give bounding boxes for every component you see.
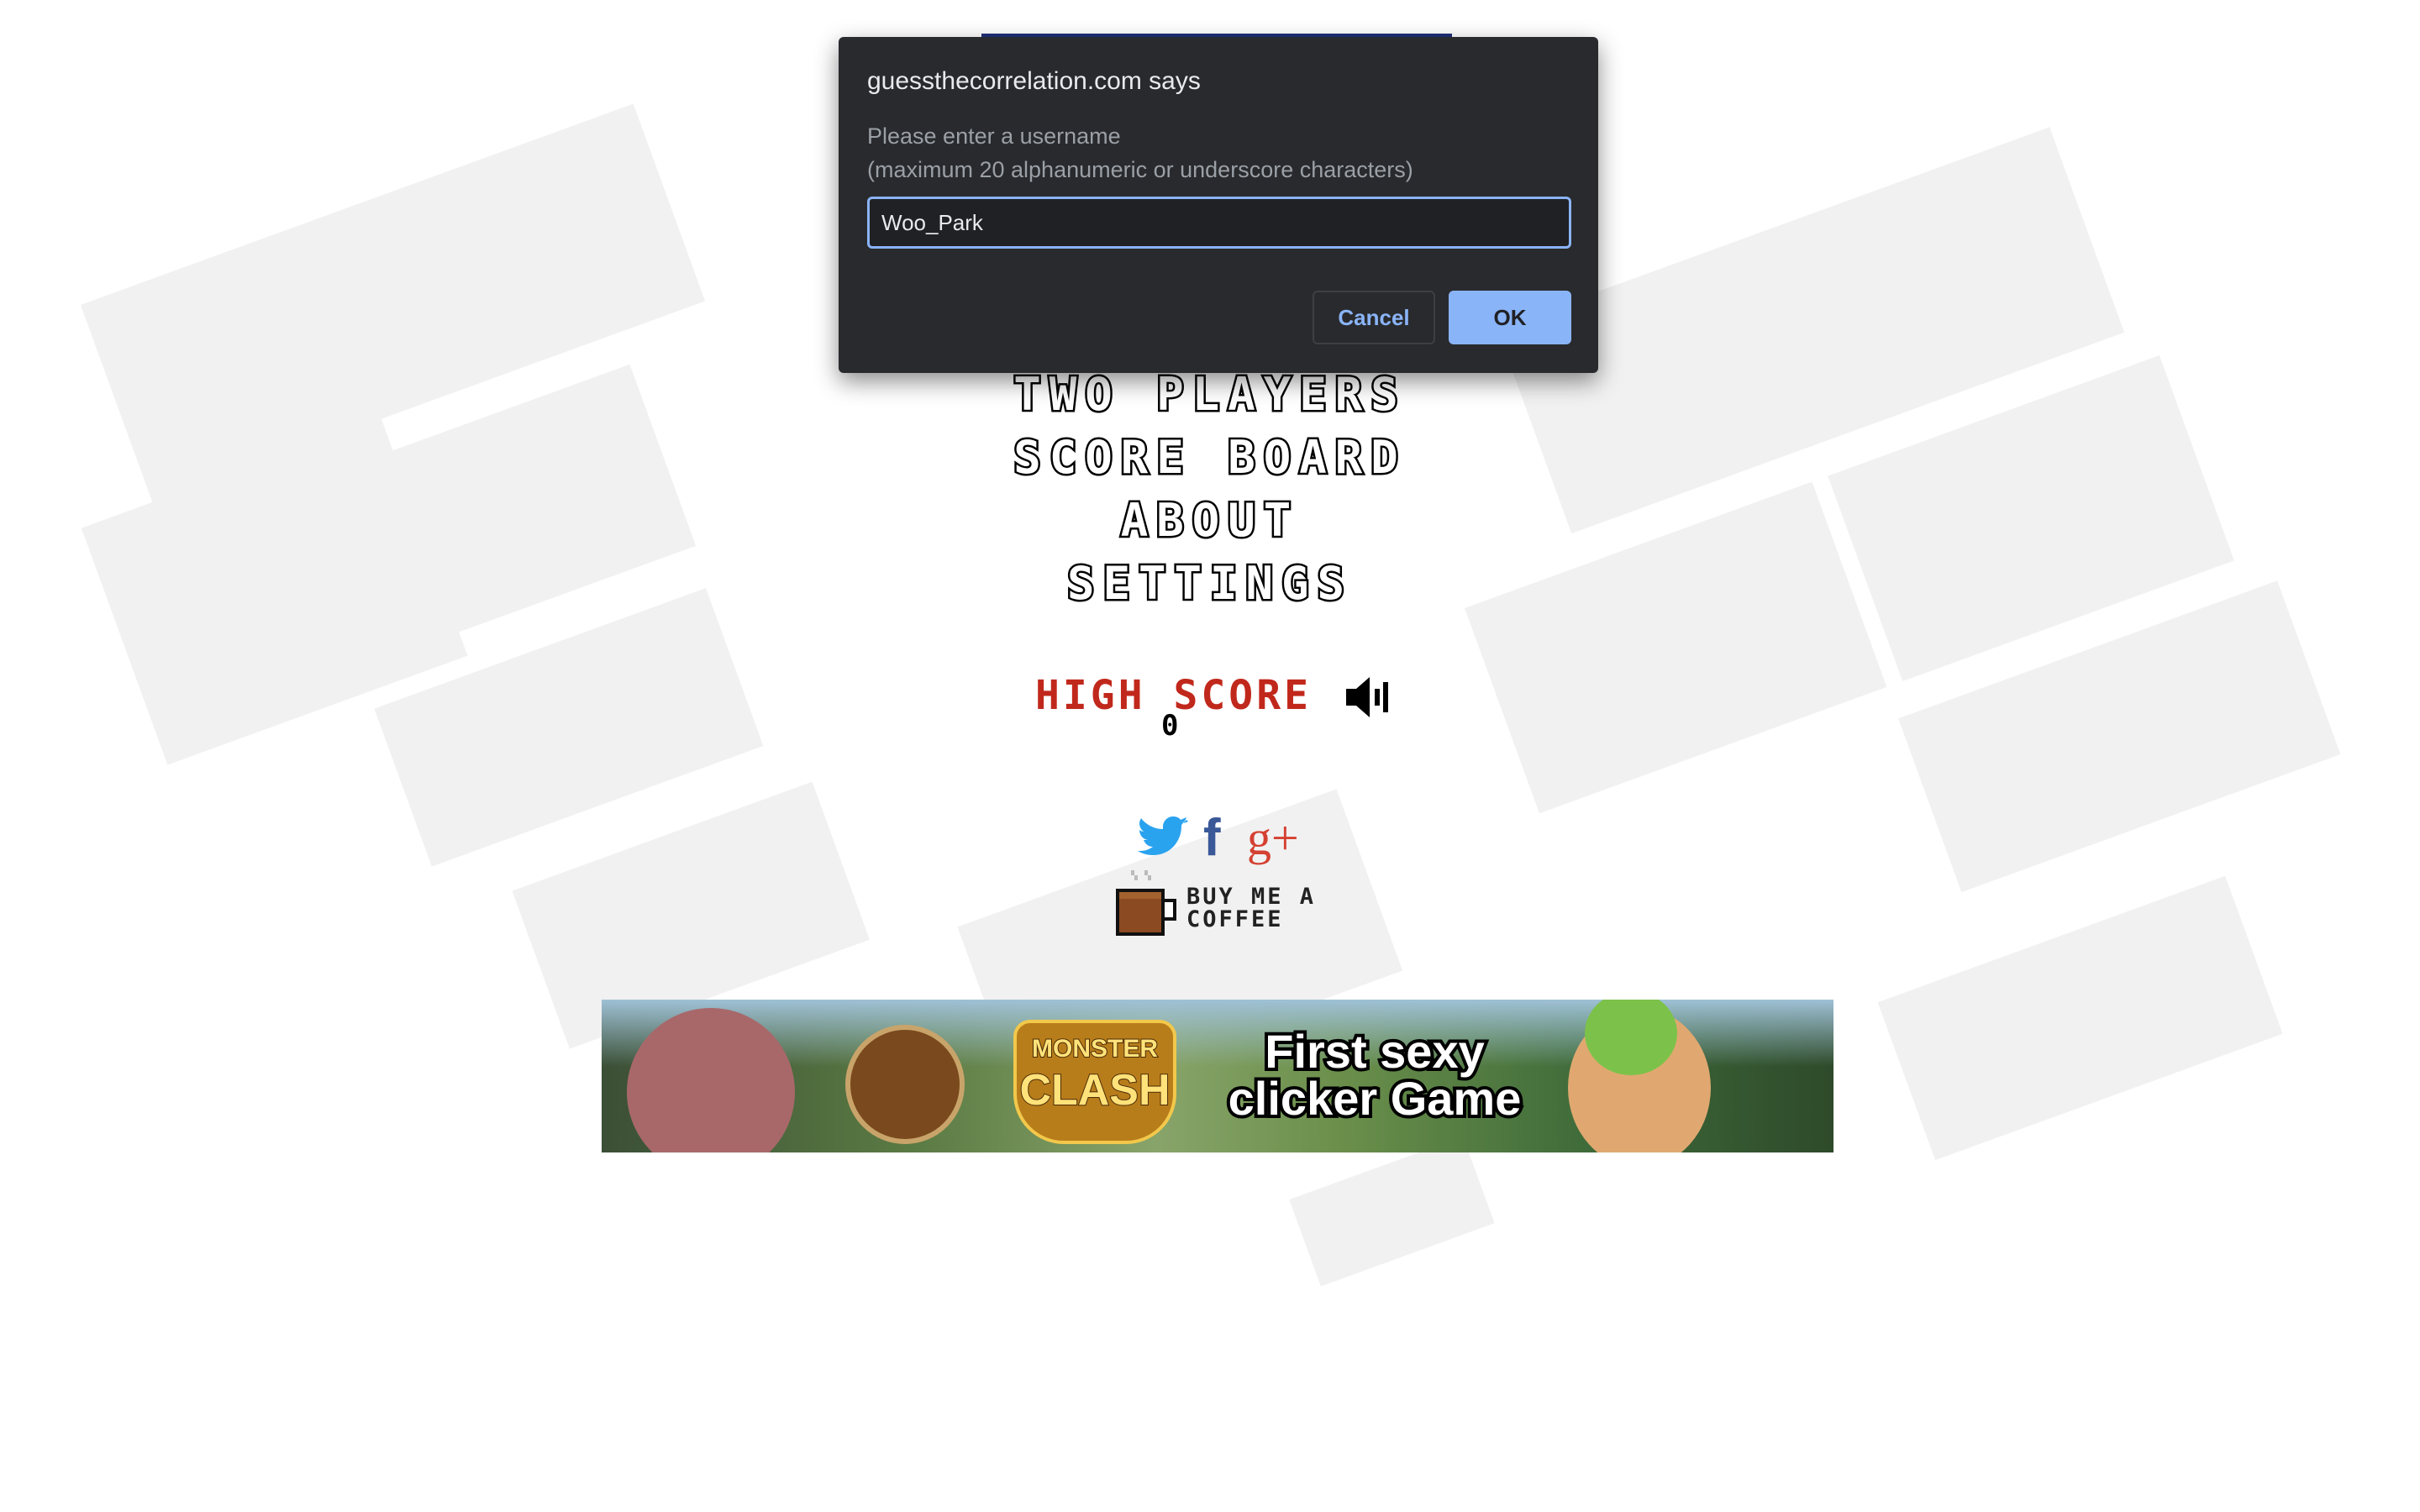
cancel-button[interactable]: Cancel [1313, 291, 1435, 344]
banner-shield [845, 1025, 965, 1144]
username-input[interactable] [867, 197, 1571, 249]
twitter-icon[interactable] [1136, 813, 1192, 864]
menu-item-score-board[interactable]: SCORE BOARD [0, 430, 2420, 485]
banner-headline-line2: clicker Game [1225, 1072, 1525, 1126]
speaker-icon[interactable] [1341, 672, 1392, 722]
banner-headline-line1: First sexy [1261, 1025, 1488, 1079]
banner-logo-line2: CLASH [1018, 1065, 1171, 1116]
google-plus-glyph: g+ [1247, 811, 1299, 865]
coffee-line1: BUY ME A [1186, 884, 1317, 910]
coffee-cup-icon [1116, 870, 1176, 936]
banner-logo-line1: MONSTER [1031, 1034, 1159, 1063]
menu-item-two-players[interactable]: TWO PLAYERS [0, 367, 2420, 422]
menu-item-about[interactable]: ABOUT [0, 493, 2420, 548]
buy-me-a-coffee-button[interactable]: BUY ME A COFFEE [1111, 865, 1321, 942]
facebook-icon[interactable]: f [1203, 812, 1234, 864]
dialog-message-line2: (maximum 20 alphanumeric or underscore c… [867, 157, 1413, 182]
dialog-message-line1: Please enter a username [867, 123, 1121, 149]
facebook-glyph: f [1203, 809, 1221, 867]
google-plus-icon[interactable]: g+ [1247, 813, 1306, 864]
ok-button[interactable]: OK [1449, 291, 1571, 344]
high-score-value: 0 [1161, 709, 1179, 743]
username-prompt-dialog: guessthecorrelation.com says Please ente… [839, 37, 1598, 373]
advertisement-banner[interactable]: MONSTER CLASH First sexy clicker Game [602, 1000, 1833, 1152]
high-score-panel: HIGH SCORE 0 [1025, 672, 1412, 756]
banner-game-logo: MONSTER CLASH [1013, 1020, 1176, 1144]
dialog-message: Please enter a username (maximum 20 alph… [867, 119, 1413, 186]
menu-item-settings[interactable]: SETTINGS [0, 556, 2420, 611]
banner-headline: First sexy clicker Game [1215, 1025, 1534, 1126]
coffee-line2: COFFEE [1186, 906, 1284, 932]
dialog-title: guessthecorrelation.com says [867, 67, 1201, 95]
